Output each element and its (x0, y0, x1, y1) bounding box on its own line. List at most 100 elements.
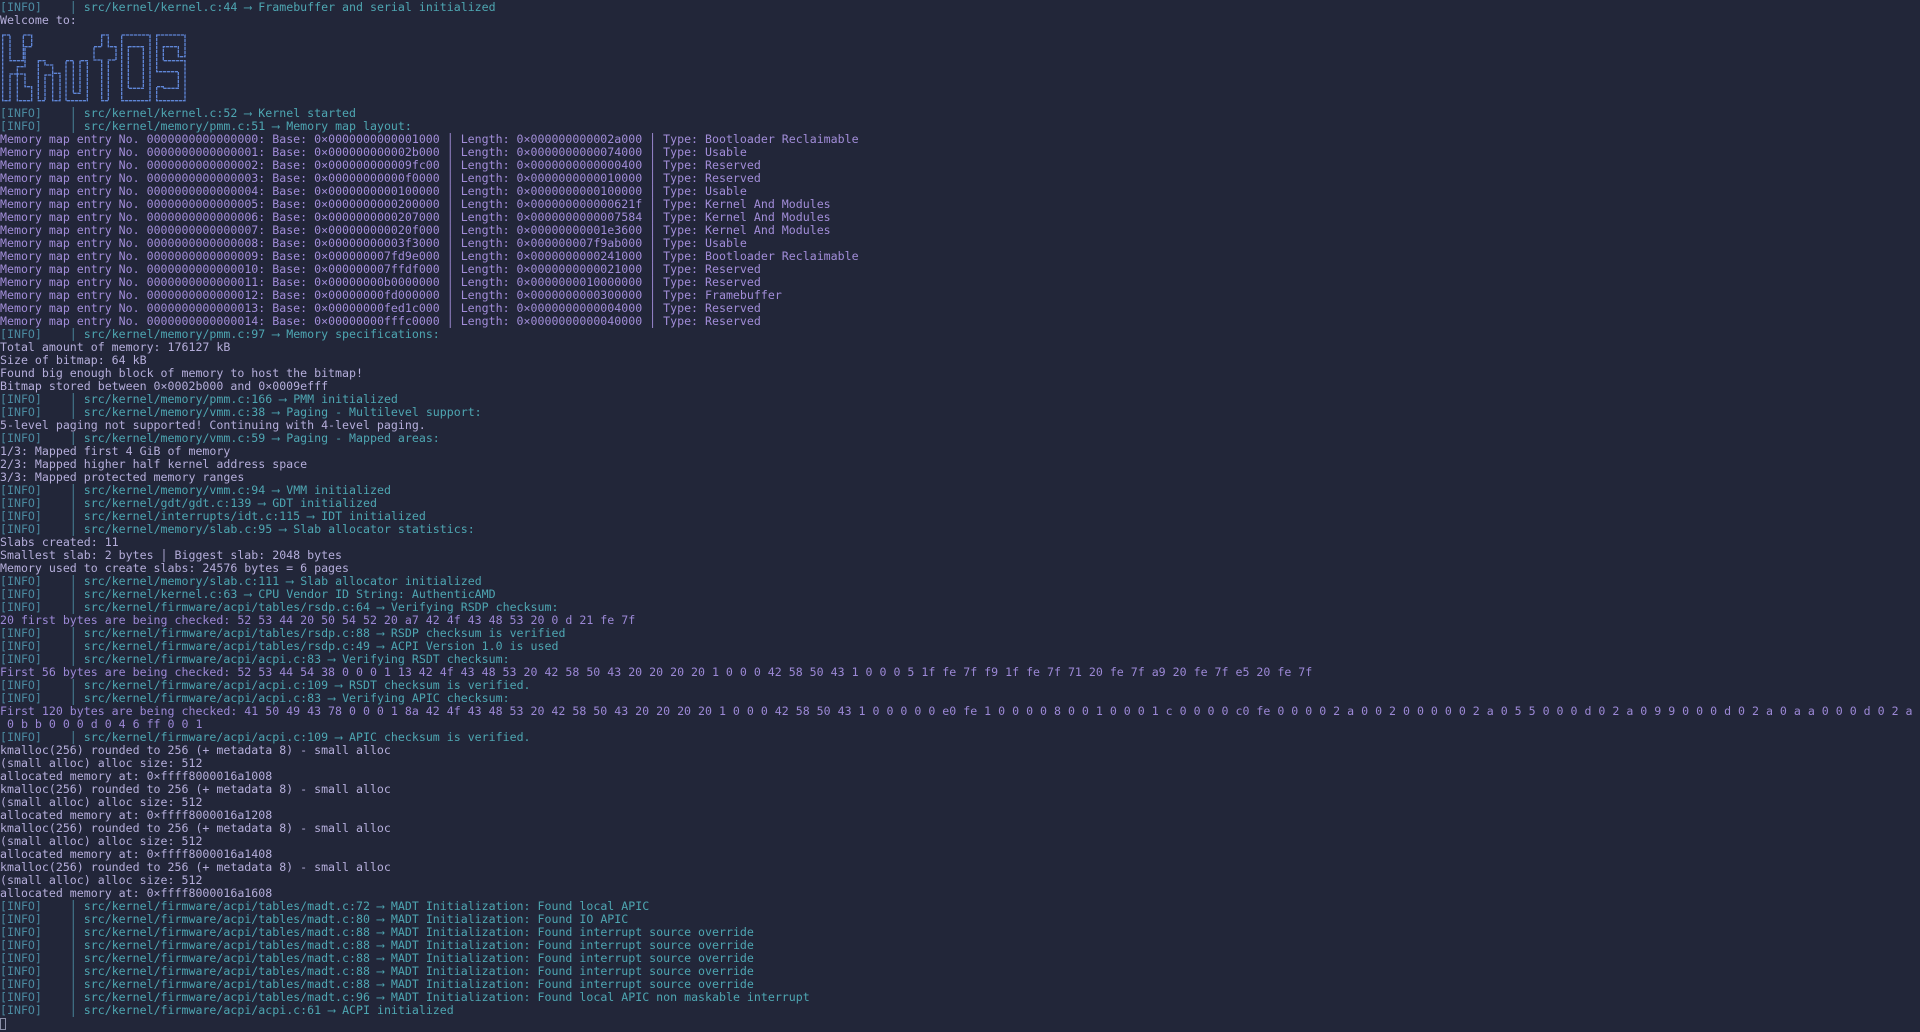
memmap-separator: │ Type: (642, 159, 706, 172)
log-arrow: ⟶ (321, 1004, 343, 1017)
memmap-entry-label: Memory map entry No. (0, 289, 147, 302)
log-arrow: ⟶ (369, 926, 391, 939)
log-level: [INFO] (0, 731, 42, 744)
log-level: [INFO] (0, 523, 42, 536)
memmap-base: 0×0000000000207000 (314, 211, 440, 224)
log-text: allocated memory at: 0×ffff8000016a1408 (0, 848, 273, 861)
log-text: Slabs created: 11 (0, 536, 119, 549)
log-line-info: [INFO] │ src/kernel/kernel.c:52 ⟶ Kernel… (0, 107, 1920, 120)
log-arrow: ⟶ (272, 523, 294, 536)
log-line-info: [INFO] │ src/kernel/memory/pmm.c:97 ⟶ Me… (0, 328, 1920, 341)
log-level: [INFO] (0, 406, 42, 419)
log-separator: │ (41, 913, 84, 926)
log-arrow: ⟶ (251, 497, 273, 510)
memory-map-entry: Memory map entry No. 0000000000000012: B… (0, 289, 1920, 302)
log-source: src/kernel/kernel.c:44 (83, 1, 238, 14)
log-message: Verifying RSDP checksum: (390, 601, 559, 614)
log-message: Verifying RSDT checksum: (342, 653, 510, 666)
log-line-text: (small alloc) alloc size: 512 (0, 835, 1920, 848)
memmap-separator: │ Length: (439, 185, 517, 198)
log-level: [INFO] (0, 120, 42, 133)
log-source: src/kernel/memory/pmm.c:51 (83, 120, 266, 133)
log-message: RSDP checksum is verified (390, 627, 566, 640)
log-source: src/kernel/firmware/acpi/tables/rsdp.c:8… (83, 627, 370, 640)
log-separator: │ (41, 107, 84, 120)
log-line-text: kmalloc(256) rounded to 256 (+ metadata … (0, 783, 1920, 796)
log-arrow: ⟶ (369, 952, 391, 965)
terminal-cursor (0, 1018, 6, 1030)
memmap-type: Framebuffer (705, 289, 782, 302)
log-message: MADT Initialization: Found interrupt sou… (390, 965, 754, 978)
log-line-text: 2/3: Mapped higher half kernel address s… (0, 458, 1920, 471)
log-line-info: [INFO] │ src/kernel/memory/pmm.c:166 ⟶ P… (0, 393, 1920, 406)
memmap-separator: │ Type: (642, 276, 706, 289)
log-arrow: ⟶ (265, 328, 287, 341)
memmap-entry-label: Memory map entry No. (0, 159, 147, 172)
memmap-base-label: : Base: (258, 224, 315, 237)
log-separator: │ (41, 965, 84, 978)
memory-map-entry: Memory map entry No. 0000000000000002: B… (0, 159, 1920, 172)
memmap-base-label: : Base: (258, 133, 315, 146)
log-text: (small alloc) alloc size: 512 (0, 874, 203, 887)
log-level: [INFO] (0, 965, 42, 978)
memmap-separator: │ Length: (439, 315, 517, 328)
log-level: [INFO] (0, 913, 42, 926)
log-message: MADT Initialization: Found interrupt sou… (390, 939, 754, 952)
memmap-entry-label: Memory map entry No. (0, 276, 147, 289)
memmap-type: Reserved (705, 263, 761, 276)
memmap-entry-number: 0000000000000003 (146, 172, 259, 185)
log-separator: │ (41, 120, 84, 133)
memmap-entry-number: 0000000000000002 (146, 159, 259, 172)
log-level: [INFO] (0, 328, 42, 341)
log-source: src/kernel/firmware/acpi/acpi.c:109 (83, 679, 329, 692)
memmap-length: 0×0000000000004000 (516, 302, 643, 315)
log-message: CPU Vendor ID String: AuthenticAMD (258, 588, 496, 601)
log-line-info: [INFO] │ src/kernel/firmware/acpi/acpi.c… (0, 692, 1920, 705)
log-line-hex: 20 first bytes are being checked: 52 53 … (0, 614, 1920, 627)
log-level: [INFO] (0, 510, 42, 523)
memmap-entry-number: 0000000000000000 (146, 133, 259, 146)
log-line-info: [INFO] │ src/kernel/kernel.c:44 ⟶ Frameb… (0, 1, 1920, 14)
log-line-info: [INFO] │ src/kernel/firmware/acpi/tables… (0, 627, 1920, 640)
log-text: First 120 bytes are being checked: 41 50… (0, 705, 1913, 718)
logo-art (2, 34, 186, 102)
memory-map-entry: Memory map entry No. 0000000000000003: B… (0, 172, 1920, 185)
memmap-separator: │ Type: (642, 146, 706, 159)
memmap-base: 0×00000000fed1c000 (314, 302, 440, 315)
log-arrow: ⟶ (369, 939, 391, 952)
log-line-info: [INFO] │ src/kernel/gdt/gdt.c:139 ⟶ GDT … (0, 497, 1920, 510)
log-text: First 56 bytes are being checked: 52 53 … (0, 666, 1313, 679)
log-line-text: kmalloc(256) rounded to 256 (+ metadata … (0, 744, 1920, 757)
memmap-base-label: : Base: (258, 250, 315, 263)
terminal-output[interactable]: [INFO] │ src/kernel/kernel.c:44 ⟶ Frameb… (0, 1, 1920, 1030)
log-text: allocated memory at: 0×ffff8000016a1008 (0, 770, 273, 783)
log-message: Slab allocator initialized (300, 575, 482, 588)
log-separator: │ (41, 1, 84, 14)
log-separator: │ (41, 952, 84, 965)
log-line-text: allocated memory at: 0×ffff8000016a1208 (0, 809, 1920, 822)
log-line-text: Welcome to: (0, 14, 1920, 27)
log-message: Verifying APIC checksum: (342, 692, 510, 705)
memmap-entry-number: 0000000000000012 (146, 289, 259, 302)
log-arrow: ⟶ (265, 484, 287, 497)
memmap-entry-label: Memory map entry No. (0, 198, 147, 211)
log-arrow: ⟶ (321, 653, 343, 666)
memory-map-entry: Memory map entry No. 0000000000000010: B… (0, 263, 1920, 276)
log-message: VMM initialized (286, 484, 391, 497)
log-message: Framebuffer and serial initialized (258, 1, 496, 14)
log-level: [INFO] (0, 497, 42, 510)
memmap-separator: │ Length: (439, 133, 517, 146)
memmap-entry-number: 0000000000000006 (146, 211, 259, 224)
memmap-entry-number: 0000000000000011 (146, 276, 259, 289)
log-arrow: ⟶ (237, 588, 259, 601)
log-source: src/kernel/firmware/acpi/acpi.c:61 (83, 1004, 322, 1017)
log-text: 1/3: Mapped first 4 GiB of memory (0, 445, 231, 458)
memmap-length: 0×000000000002a000 (516, 133, 643, 146)
log-text: Welcome to: (0, 14, 77, 27)
log-arrow: ⟶ (237, 1, 259, 14)
log-separator: │ (41, 510, 84, 523)
memmap-type: Usable (705, 146, 747, 159)
log-level: [INFO] (0, 952, 42, 965)
log-text: (small alloc) alloc size: 512 (0, 796, 203, 809)
memmap-separator: │ Length: (439, 263, 517, 276)
